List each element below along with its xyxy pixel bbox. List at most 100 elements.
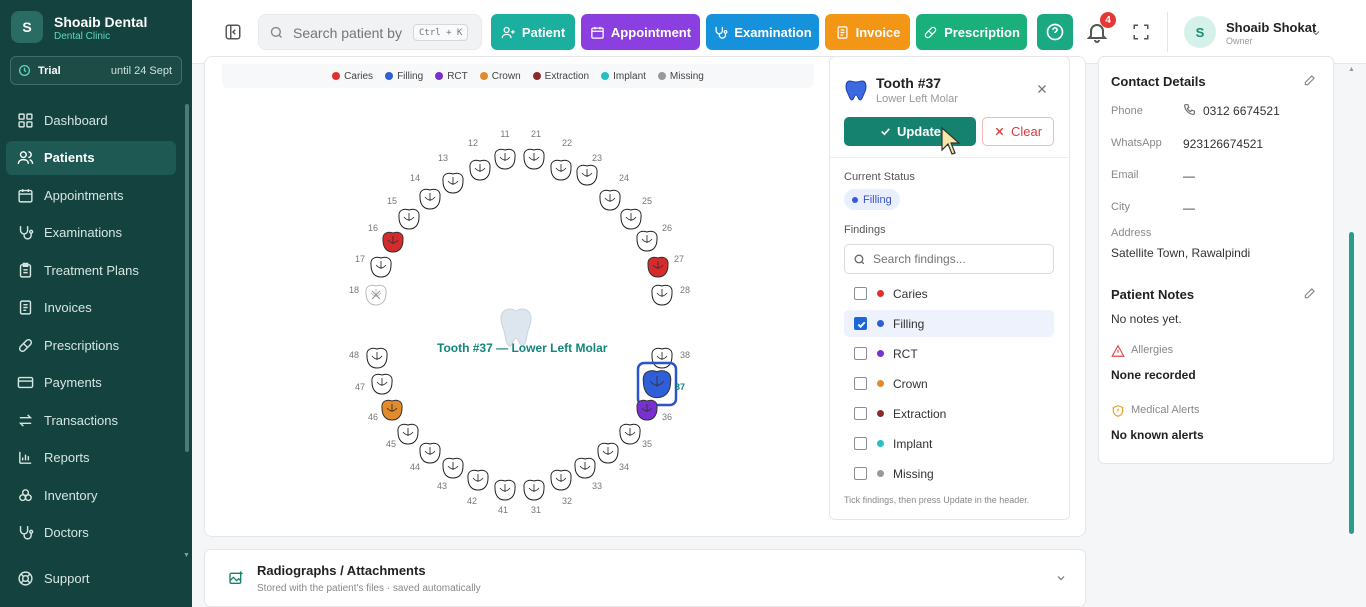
tooth-45[interactable]: 45	[386, 423, 419, 449]
sidebar-item-inventory[interactable]: Inventory	[6, 478, 176, 512]
user-name[interactable]: Shoaib Shokat	[1226, 20, 1316, 35]
tooth-44[interactable]: 44	[410, 442, 441, 472]
tooth-38[interactable]: 38	[651, 347, 690, 369]
sidebar-item-treatment-plans[interactable]: Treatment Plans	[6, 253, 176, 287]
tooth-32[interactable]: 32	[550, 469, 572, 506]
tooth-12[interactable]: 12	[468, 138, 491, 181]
sidebar-item-prescriptions[interactable]: Prescriptions	[6, 328, 176, 362]
tooth-33[interactable]: 33	[574, 457, 602, 491]
edit-notes-pencil-icon[interactable]	[1303, 286, 1317, 300]
tooth-34[interactable]: 34	[597, 442, 629, 472]
new-patient-button[interactable]: Patient	[491, 14, 575, 50]
tooth-24[interactable]: 24	[599, 173, 629, 211]
finding-color-dot	[877, 290, 884, 297]
clear-button[interactable]: Clear	[982, 117, 1054, 146]
tooth-21[interactable]: 21	[523, 129, 545, 170]
close-icon[interactable]	[1035, 82, 1049, 96]
tooth-25[interactable]: 25	[620, 196, 652, 230]
phone-value[interactable]: 0312 6674521	[1203, 104, 1280, 118]
tooth-18[interactable]: 18	[349, 284, 387, 306]
tooth-42[interactable]: 42	[467, 469, 489, 506]
pill-icon	[924, 26, 937, 38]
finding-missing[interactable]: Missing	[844, 460, 1054, 487]
scroll-down-arrow-icon[interactable]: ▼	[183, 552, 190, 559]
finding-checkbox[interactable]	[854, 467, 867, 480]
page-scrollbar[interactable]	[1349, 232, 1354, 534]
finding-filling[interactable]: Filling	[844, 310, 1054, 337]
chevron-down-icon[interactable]	[1310, 27, 1322, 39]
sidebar-scrollbar[interactable]	[185, 104, 189, 452]
finding-extraction[interactable]: Extraction	[844, 400, 1054, 427]
tooth-43[interactable]: 43	[437, 457, 464, 491]
search-input[interactable]	[293, 23, 405, 43]
sidebar-item-appointments[interactable]: Appointments	[6, 178, 176, 212]
trial-banner[interactable]: Trial until 24 Sept	[10, 56, 182, 85]
findings-search-input[interactable]	[873, 251, 1043, 267]
finding-checkbox[interactable]	[854, 407, 867, 420]
sidebar-item-patients[interactable]: Patients	[6, 140, 176, 175]
sidebar-toggle-icon[interactable]	[224, 23, 242, 41]
tooth-number: 17	[355, 254, 365, 264]
new-examination-button[interactable]: Examination	[706, 14, 819, 50]
fullscreen-icon[interactable]	[1132, 23, 1150, 41]
sidebar-item-label: Dashboard	[44, 112, 108, 128]
tooth-number: 22	[562, 138, 572, 148]
tooth-13[interactable]: 13	[438, 153, 464, 194]
tooth-28[interactable]: 28	[651, 284, 690, 306]
scroll-up-arrow-icon[interactable]: ▲	[1348, 66, 1355, 73]
user-avatar[interactable]: S	[1184, 16, 1216, 48]
edit-contact-pencil-icon[interactable]	[1303, 73, 1317, 87]
findings-search[interactable]	[844, 244, 1054, 274]
clear-label: Clear	[1010, 124, 1043, 139]
finding-rct[interactable]: RCT	[844, 340, 1054, 367]
finding-label: Crown	[893, 376, 928, 391]
tooth-27[interactable]: 27	[647, 254, 684, 278]
tooth-17[interactable]: 17	[355, 254, 392, 278]
tooth-14[interactable]: 14	[410, 173, 441, 210]
sidebar-item-reports[interactable]: Reports	[6, 441, 176, 475]
new-prescription-button[interactable]: Prescription	[916, 14, 1027, 50]
finding-crown[interactable]: Crown	[844, 370, 1054, 397]
help-icon	[1046, 23, 1064, 41]
tooth-31[interactable]: 31	[523, 479, 545, 515]
tooth-15[interactable]: 15	[387, 196, 420, 230]
chevron-down-icon[interactable]	[1055, 572, 1067, 584]
boxes-icon	[19, 488, 32, 501]
finding-caries[interactable]: Caries	[844, 280, 1054, 307]
finding-checkbox[interactable]	[854, 287, 867, 300]
whatsapp-value[interactable]: 923126674521	[1183, 137, 1263, 151]
tooth-48[interactable]: 48	[349, 347, 388, 369]
new-invoice-label: Invoice	[855, 24, 901, 40]
patient-search[interactable]: Ctrl + K	[258, 14, 482, 50]
sidebar-item-invoices[interactable]: Invoices	[6, 291, 176, 325]
tooth-22[interactable]: 22	[550, 138, 572, 181]
help-button[interactable]	[1037, 14, 1073, 50]
tooth-26[interactable]: 26	[636, 223, 672, 252]
sidebar-item-payments[interactable]: Payments	[6, 366, 176, 400]
sidebar-item-label: Appointments	[44, 187, 124, 203]
finding-checkbox[interactable]	[854, 317, 867, 330]
user-role: Owner	[1226, 36, 1253, 46]
tooth-37[interactable]: 37	[636, 361, 685, 407]
sidebar-item-examinations[interactable]: Examinations	[6, 216, 176, 250]
support-link[interactable]: Support	[6, 561, 176, 595]
tooth-16[interactable]: 16	[368, 223, 404, 253]
tooth-23[interactable]: 23	[576, 153, 602, 186]
tooth-36[interactable]: 36	[636, 399, 672, 422]
tooth-46[interactable]: 46	[368, 399, 403, 422]
tooth-35[interactable]: 35	[619, 423, 652, 449]
sidebar-item-doctors[interactable]: Doctors	[6, 516, 176, 550]
radiographs-card[interactable]: Radiographs / Attachments Stored with th…	[204, 549, 1086, 607]
new-appointment-button[interactable]: Appointment	[581, 14, 700, 50]
tooth-47[interactable]: 47	[355, 373, 393, 395]
sidebar-item-transactions[interactable]: Transactions	[6, 403, 176, 437]
finding-checkbox[interactable]	[854, 437, 867, 450]
finding-implant[interactable]: Implant	[844, 430, 1054, 457]
tooth-11[interactable]: 11	[494, 129, 516, 170]
tooth-41[interactable]: 41	[494, 479, 516, 515]
topbar-divider	[1167, 12, 1168, 52]
new-invoice-button[interactable]: Invoice	[825, 14, 910, 50]
sidebar-item-dashboard[interactable]: Dashboard	[6, 103, 176, 137]
finding-checkbox[interactable]	[854, 347, 867, 360]
finding-checkbox[interactable]	[854, 377, 867, 390]
